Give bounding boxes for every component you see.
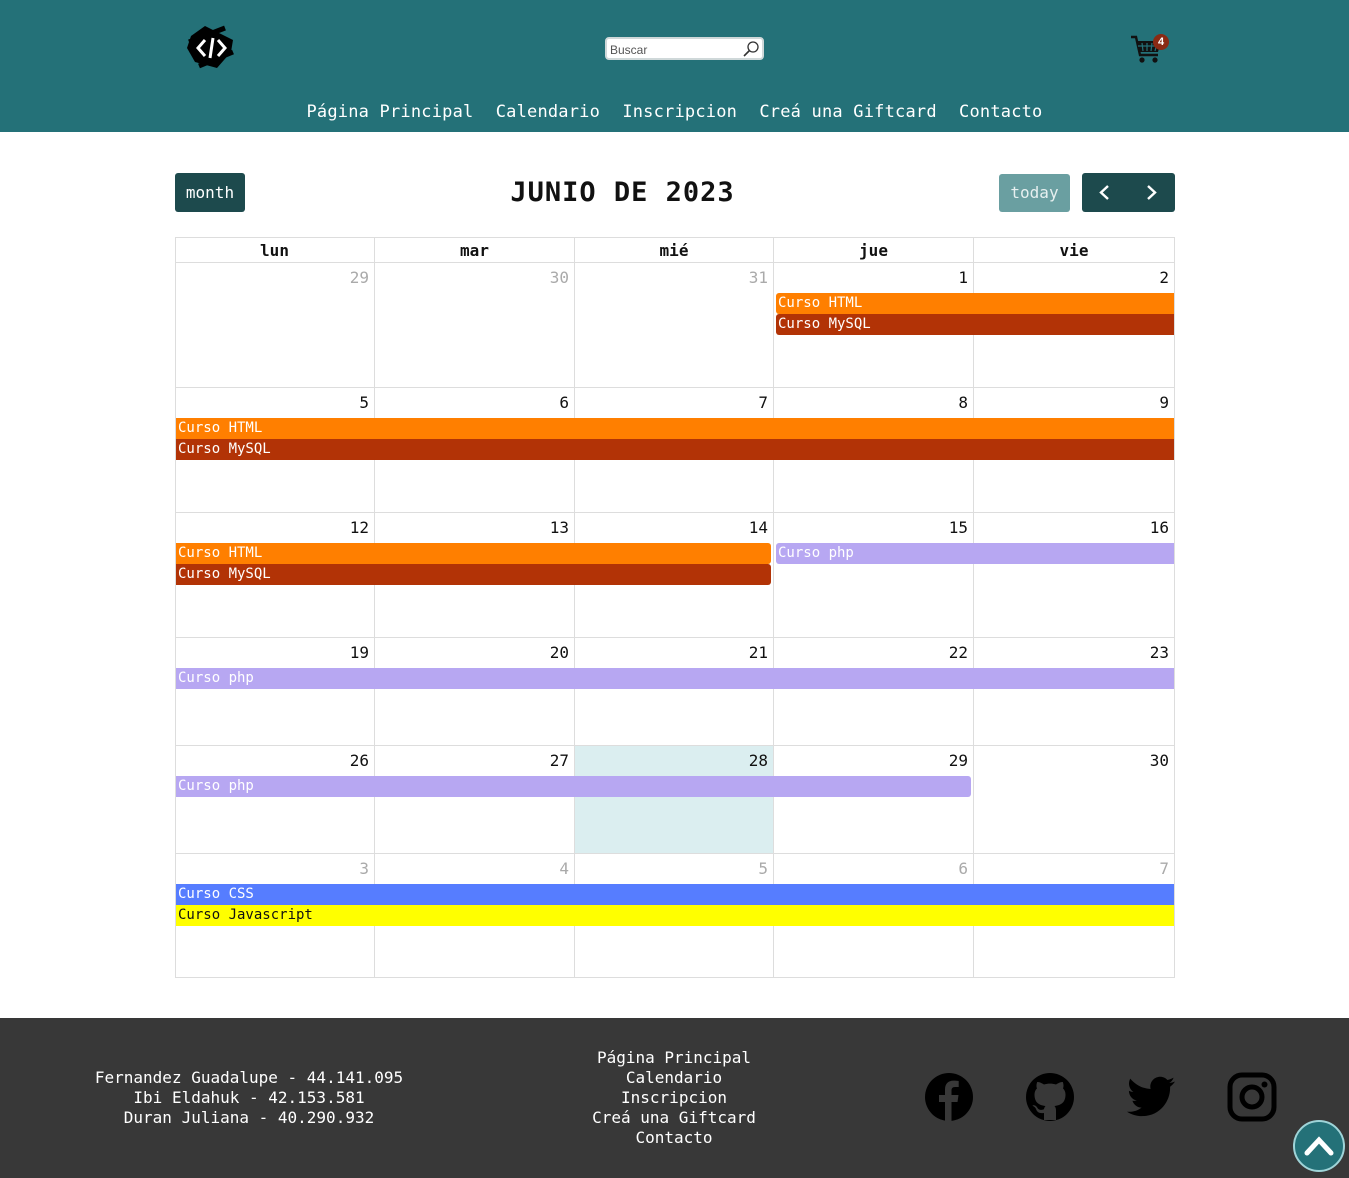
next-month-button[interactable] bbox=[1128, 173, 1175, 212]
day-cell[interactable]: 27 bbox=[375, 746, 575, 854]
day-number: 6 bbox=[958, 859, 968, 878]
day-number: 27 bbox=[549, 751, 569, 770]
weekday-header-vie: vie bbox=[974, 237, 1175, 263]
day-number: 19 bbox=[349, 643, 369, 662]
day-number: 15 bbox=[948, 518, 968, 537]
search-box bbox=[605, 37, 764, 60]
event-curso-php[interactable]: Curso php bbox=[776, 543, 1174, 564]
day-cell[interactable]: 30 bbox=[375, 263, 575, 388]
chevron-left-icon bbox=[1099, 185, 1109, 200]
nav-link-contacto[interactable]: Contacto bbox=[959, 102, 1042, 122]
day-number: 4 bbox=[559, 859, 569, 878]
day-cell[interactable]: 23 bbox=[974, 638, 1175, 746]
weekday-header-lun: lun bbox=[175, 237, 375, 263]
day-number: 16 bbox=[1149, 518, 1169, 537]
day-number: 20 bbox=[549, 643, 569, 662]
author-line: Fernandez Guadalupe - 44.141.095 bbox=[94, 1068, 404, 1087]
day-number: 28 bbox=[748, 751, 768, 770]
twitter-icon[interactable] bbox=[1126, 1072, 1176, 1122]
event-curso-html[interactable]: Curso HTML bbox=[176, 543, 771, 564]
author-line: Ibi Eldahuk - 42.153.581 bbox=[133, 1088, 365, 1107]
weekday-header-jue: jue bbox=[774, 237, 974, 263]
site-footer: Fernandez Guadalupe - 44.141.095 Ibi Eld… bbox=[0, 1018, 1349, 1178]
weekday-header-mie: mié bbox=[575, 237, 774, 263]
day-number: 22 bbox=[948, 643, 968, 662]
footer-link-calendar[interactable]: Calendario bbox=[540, 1068, 808, 1088]
event-curso-mysql[interactable]: Curso MySQL bbox=[176, 439, 1174, 460]
cart-count-badge: 4 bbox=[1153, 34, 1169, 50]
day-cell[interactable]: 29 bbox=[774, 746, 974, 854]
day-cell[interactable]: 30 bbox=[974, 746, 1175, 854]
day-cell[interactable]: 19 bbox=[175, 638, 375, 746]
day-number: 29 bbox=[349, 268, 369, 287]
day-number: 30 bbox=[1149, 751, 1169, 770]
day-cell[interactable]: 31 bbox=[575, 263, 774, 388]
event-curso-php[interactable]: Curso php bbox=[176, 776, 971, 797]
footer-link-giftcard[interactable]: Creá una Giftcard bbox=[540, 1108, 808, 1128]
day-number: 6 bbox=[559, 393, 569, 412]
event-curso-javascript[interactable]: Curso Javascript bbox=[176, 905, 1174, 926]
day-number: 26 bbox=[349, 751, 369, 770]
month-view-button[interactable]: month bbox=[175, 173, 245, 212]
day-number: 12 bbox=[349, 518, 369, 537]
event-curso-html[interactable]: Curso HTML bbox=[776, 293, 1174, 314]
day-number: 7 bbox=[1159, 859, 1169, 878]
day-number: 7 bbox=[758, 393, 768, 412]
instagram-icon[interactable] bbox=[1227, 1072, 1277, 1122]
day-cell[interactable]: 29 bbox=[175, 263, 375, 388]
day-number: 23 bbox=[1149, 643, 1169, 662]
event-curso-mysql[interactable]: Curso MySQL bbox=[176, 564, 771, 585]
facebook-icon[interactable] bbox=[924, 1072, 974, 1122]
day-number: 3 bbox=[359, 859, 369, 878]
day-number: 1 bbox=[958, 268, 968, 287]
github-icon[interactable] bbox=[1025, 1072, 1075, 1122]
day-number: 30 bbox=[549, 268, 569, 287]
day-number: 14 bbox=[748, 518, 768, 537]
search-input[interactable] bbox=[610, 41, 742, 58]
day-cell[interactable]: 21 bbox=[575, 638, 774, 746]
day-number: 13 bbox=[549, 518, 569, 537]
event-curso-css[interactable]: Curso CSS bbox=[176, 884, 1174, 905]
calendar-toolbar: month JUNIO DE 2023 today bbox=[175, 173, 1175, 212]
day-number: 21 bbox=[748, 643, 768, 662]
day-cell-today[interactable]: 28 bbox=[575, 746, 774, 854]
site-header: 4 Página Principal Calendario Inscripcio… bbox=[0, 0, 1349, 132]
nav-link-calendar[interactable]: Calendario bbox=[496, 102, 600, 122]
day-number: 31 bbox=[748, 268, 768, 287]
day-number: 5 bbox=[758, 859, 768, 878]
day-cell[interactable]: 15 bbox=[774, 513, 974, 638]
nav-link-giftcard[interactable]: Creá una Giftcard bbox=[759, 102, 936, 122]
footer-link-contacto[interactable]: Contacto bbox=[540, 1128, 808, 1148]
footer-link-inscripcion[interactable]: Inscripcion bbox=[540, 1088, 808, 1108]
footer-nav: Página Principal Calendario Inscripcion … bbox=[540, 1048, 808, 1148]
event-curso-html[interactable]: Curso HTML bbox=[176, 418, 1174, 439]
footer-link-home[interactable]: Página Principal bbox=[540, 1048, 808, 1068]
day-cell[interactable]: 26 bbox=[175, 746, 375, 854]
event-curso-php[interactable]: Curso php bbox=[176, 668, 1174, 689]
weekday-header-mar: mar bbox=[375, 237, 575, 263]
event-curso-mysql[interactable]: Curso MySQL bbox=[776, 314, 1174, 335]
day-cell[interactable]: 22 bbox=[774, 638, 974, 746]
prev-month-button[interactable] bbox=[1082, 173, 1129, 212]
main-nav: Página Principal Calendario Inscripcion … bbox=[0, 102, 1349, 122]
calendar-title: JUNIO DE 2023 bbox=[510, 177, 735, 208]
search-icon[interactable] bbox=[742, 40, 760, 58]
day-number: 2 bbox=[1159, 268, 1169, 287]
day-cell[interactable]: 16 bbox=[974, 513, 1175, 638]
day-cell[interactable]: 20 bbox=[375, 638, 575, 746]
nav-link-inscripcion[interactable]: Inscripcion bbox=[622, 102, 737, 122]
logo-icon[interactable] bbox=[185, 22, 237, 72]
day-number: 5 bbox=[359, 393, 369, 412]
day-number: 29 bbox=[948, 751, 968, 770]
authors-list: Fernandez Guadalupe - 44.141.095 Ibi Eld… bbox=[60, 1068, 438, 1128]
day-number: 8 bbox=[958, 393, 968, 412]
scroll-to-top-button[interactable] bbox=[1293, 1120, 1345, 1172]
author-line: Duran Juliana - 40.290.932 bbox=[123, 1108, 375, 1127]
day-number: 9 bbox=[1159, 393, 1169, 412]
today-button[interactable]: today bbox=[999, 174, 1070, 212]
chevron-up-icon bbox=[1304, 1136, 1334, 1156]
nav-link-home[interactable]: Página Principal bbox=[306, 102, 473, 122]
chevron-right-icon bbox=[1147, 185, 1157, 200]
